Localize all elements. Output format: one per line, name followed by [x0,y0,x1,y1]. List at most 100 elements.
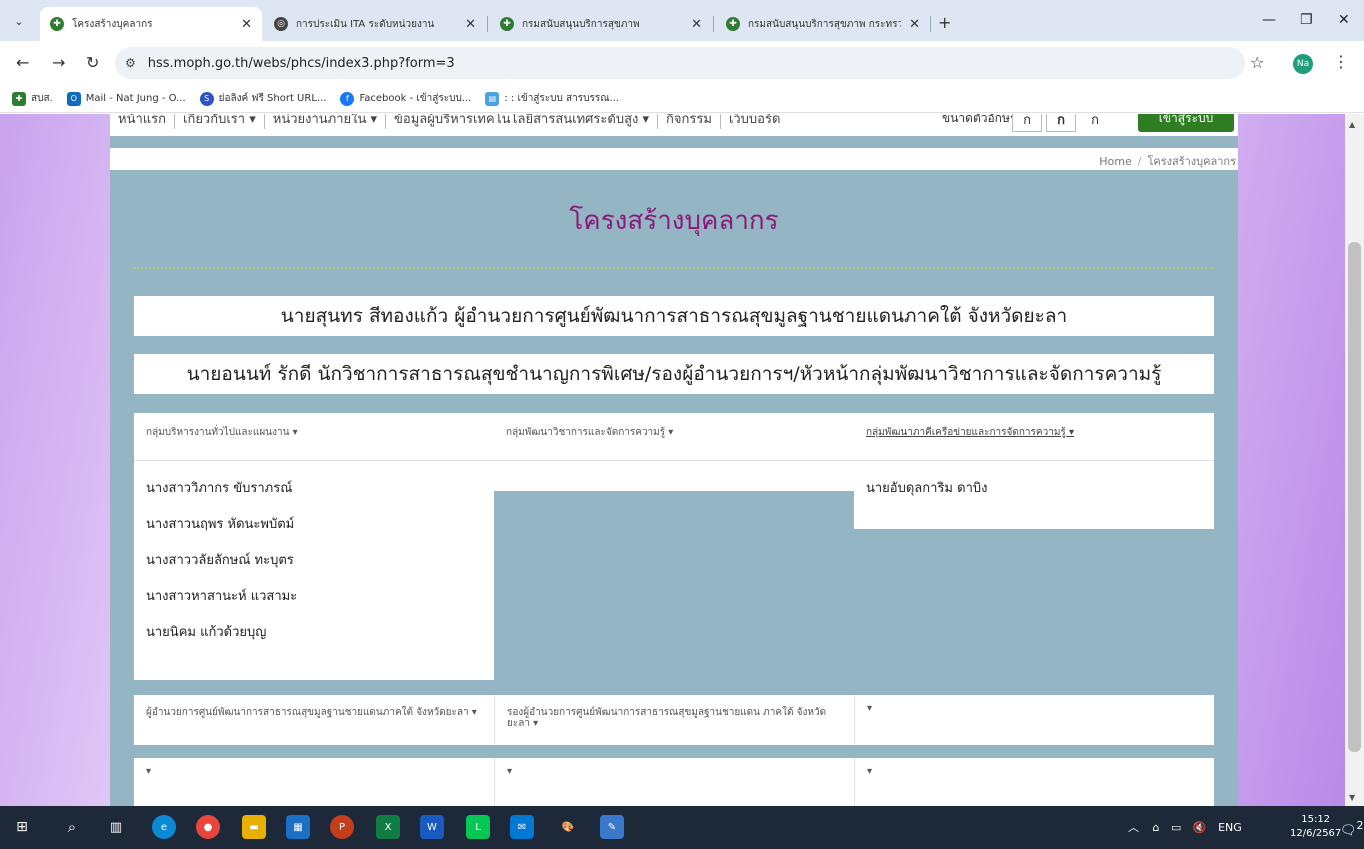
file-explorer-icon[interactable]: ▬ [242,815,266,839]
notes-icon[interactable]: ✎ [600,815,624,839]
document-icon: ▤ [485,91,500,106]
back-arrow-icon[interactable]: ← [16,53,29,72]
restore-icon[interactable]: ❐ [1300,12,1313,28]
group-academic-dropdown[interactable]: กลุ่มพัฒนาวิชาการและจัดการความรู้ ▾ [494,413,854,461]
empty-dropdown[interactable]: ▾ [855,758,1214,806]
language-indicator[interactable]: ENG [1218,821,1242,834]
list-item: นางสาวนฤพร หัดนะพบัตม์ [146,517,295,532]
nav-units[interactable]: หน่วยงานภายใน ▾ [265,114,387,129]
bookmark-item[interactable]: S ย่อลิงค์ ฟรี Short URL... [199,91,326,106]
nav-about[interactable]: เกี่ยวกับเรา ▾ [175,114,265,129]
bookmark-item[interactable]: ✚ สบส. [12,91,53,106]
group-network: กลุ่มพัฒนาภาคีเครือข่ายและการจัดการความร… [854,413,1214,529]
browser-tab-bar: ⌄ ✚ โครงสร้างบุคลากร ✕ ◎ การประเมิน ITA … [0,0,1364,41]
moph-favicon-icon: ✚ [12,91,26,106]
row3-col2: ▾ [494,758,854,806]
minimize-icon[interactable]: — [1262,12,1276,28]
empty-dropdown[interactable]: ▾ [855,695,1214,745]
bookmarks-bar: ✚ สบส. O Mail - Nat Jung - O... S ย่อลิง… [0,85,1364,113]
paint-icon[interactable]: 🎨 [556,815,580,839]
breadcrumb-current: โครงสร้างบุคลากร [1147,155,1236,168]
bookmark-item[interactable]: f Facebook - เข้าสู่ระบบ... [340,91,471,106]
windows-start-icon[interactable]: ⊞ [10,815,34,839]
scroll-down-arrow-icon[interactable]: ▼ [1349,793,1355,802]
new-tab-plus-icon[interactable]: + [938,13,951,32]
list-item: นางสาววิภากร ขับราภรณ์ [146,481,293,496]
mail-icon[interactable]: ✉ [510,815,534,839]
powerpoint-icon[interactable]: P [330,815,354,839]
row3-col3: ▾ [854,758,1214,806]
word-icon[interactable]: W [420,815,444,839]
scroll-thumb[interactable] [1348,242,1361,752]
tab-ita[interactable]: ◎ การประเมิน ITA ระดับหน่วยงาน ✕ [264,7,486,41]
breadcrumb-home[interactable]: Home [1099,155,1131,168]
nav-home[interactable]: หน้าแรก [110,114,175,129]
site-top-nav: หน้าแรก เกี่ยวกับเรา ▾ หน่วยงานภายใน ▾ ข… [110,114,1238,136]
font-medium-button[interactable]: ก [1046,114,1076,132]
deputy-box: นายอนนท์ รักดี นักวิชาการสาธารณสุขชำนาญก… [134,354,1214,394]
volume-muted-icon[interactable]: 🔇 [1193,821,1207,834]
group-academic: กลุ่มพัฒนาวิชาการและจัดการความรู้ ▾ [494,413,854,491]
breadcrumb: Home / โครงสร้างบุคลากร [110,148,1238,170]
tab-close-icon[interactable]: ✕ [691,17,702,32]
short-url-icon: S [199,91,214,106]
line-icon[interactable]: L [466,815,490,839]
scroll-up-arrow-icon[interactable]: ▲ [1349,120,1355,129]
display-icon[interactable]: ▭ [1171,821,1181,834]
window-close-icon[interactable]: ✕ [1338,12,1350,28]
chrome-icon[interactable]: ● [196,815,220,839]
group-network-dropdown[interactable]: กลุ่มพัฒนาภาคีเครือข่ายและการจัดการความร… [854,413,1214,461]
browser-menu-icon[interactable]: ⋮ [1333,52,1349,71]
bookmark-star-icon[interactable]: ☆ [1250,53,1264,72]
deputy-dropdown[interactable]: รองผู้อำนวยการศูนย์พัฒนาการสาธารณสุขมูลฐ… [495,695,854,745]
profile-avatar[interactable]: Na [1293,54,1313,74]
globe-favicon-icon: ◎ [274,17,288,31]
excel-icon[interactable]: X [376,815,400,839]
nav-webboard[interactable]: เว็บบอร์ด [721,114,788,129]
nav-cio[interactable]: ข้อมูลผู้บริหารเทคโนโลยีสารสนเทศระดับสูง… [386,114,659,129]
store-icon[interactable]: ▦ [286,815,310,839]
windows-taskbar: ⊞ ⌕ ▥ e ● ▬ ▦ P X W L ✉ 🎨 ✎ ︿ ⌂ ▭ 🔇 ENG … [0,806,1364,849]
tab-close-icon[interactable]: ✕ [465,17,476,32]
page-viewport: หน้าแรก เกี่ยวกับเรา ▾ หน่วยงานภายใน ▾ ข… [0,114,1345,806]
search-icon[interactable]: ⌕ [60,815,84,839]
group-admin-dropdown[interactable]: กลุ่มบริหารงานทั่วไปและแผนงาน ▾ [134,413,494,461]
nav-activities[interactable]: กิจกรรม [658,114,721,129]
font-large-button[interactable]: ก [1080,114,1110,132]
list-item: นางสาววลัยลักษณ์ ทะบุตร [146,553,294,568]
reload-icon[interactable]: ↻ [86,53,99,72]
clock[interactable]: 15:12 12/6/2567 [1290,813,1341,841]
list-item: นายนิคม แก้วด้วยบุญ [146,625,267,640]
tab-active[interactable]: ✚ โครงสร้างบุคลากร ✕ [40,7,262,41]
url-omnibox[interactable]: ⚙ hss.moph.go.th/webs/phcs/index3.php?fo… [115,47,1245,79]
tab-separator [487,16,488,32]
notification-icon[interactable]: 🗨2 [1340,819,1363,838]
tab-close-icon[interactable]: ✕ [241,17,252,32]
bookmark-item[interactable]: ▤ : : เข้าสู่ระบบ สารบรรณ... [485,91,619,106]
site-info-icon[interactable]: ⚙ [125,56,136,70]
url-text[interactable]: hss.moph.go.th/webs/phcs/index3.php?form… [148,56,455,71]
page-scrollbar[interactable]: ▲ ▼ [1345,114,1364,806]
content-container: หน้าแรก เกี่ยวกับเรา ▾ หน่วยงานภายใน ▾ ข… [110,114,1238,806]
task-view-icon[interactable]: ▥ [104,815,128,839]
empty-dropdown[interactable]: ▾ [134,758,494,806]
tab-hss-2[interactable]: ✚ กรมสนับสนุนบริการสุขภาพ กระทรว ✕ [716,7,930,41]
tab-close-icon[interactable]: ✕ [909,17,920,32]
tab-hss-1[interactable]: ✚ กรมสนับสนุนบริการสุขภาพ ✕ [490,7,712,41]
director-dropdown[interactable]: ผู้อำนวยการศูนย์พัฒนาการสาธารณสุขมูลฐานช… [134,695,494,745]
empty-dropdown[interactable]: ▾ [495,758,854,806]
forward-arrow-icon[interactable]: → [52,53,65,72]
bookmark-item[interactable]: O Mail - Nat Jung - O... [66,91,186,106]
row2-col1: ผู้อำนวยการศูนย์พัฒนาการสาธารณสุขมูลฐานช… [134,695,494,745]
font-small-button[interactable]: ก [1012,114,1042,132]
outlook-icon: O [66,91,81,106]
login-button[interactable]: เข้าสู่ระบบ [1138,114,1234,132]
edge-icon[interactable]: e [152,815,176,839]
moph-favicon-icon: ✚ [726,17,740,31]
page-title: โครงสร้างบุคลากร [569,206,779,236]
network-icon[interactable]: ⌂ [1153,821,1160,834]
tab-separator [713,16,714,32]
tray-chevron-icon[interactable]: ︿ [1128,821,1139,834]
tab-search-chevron-icon[interactable]: ⌄ [8,10,30,32]
system-tray[interactable]: ︿ ⌂ ▭ 🔇 ENG [1128,819,1242,835]
